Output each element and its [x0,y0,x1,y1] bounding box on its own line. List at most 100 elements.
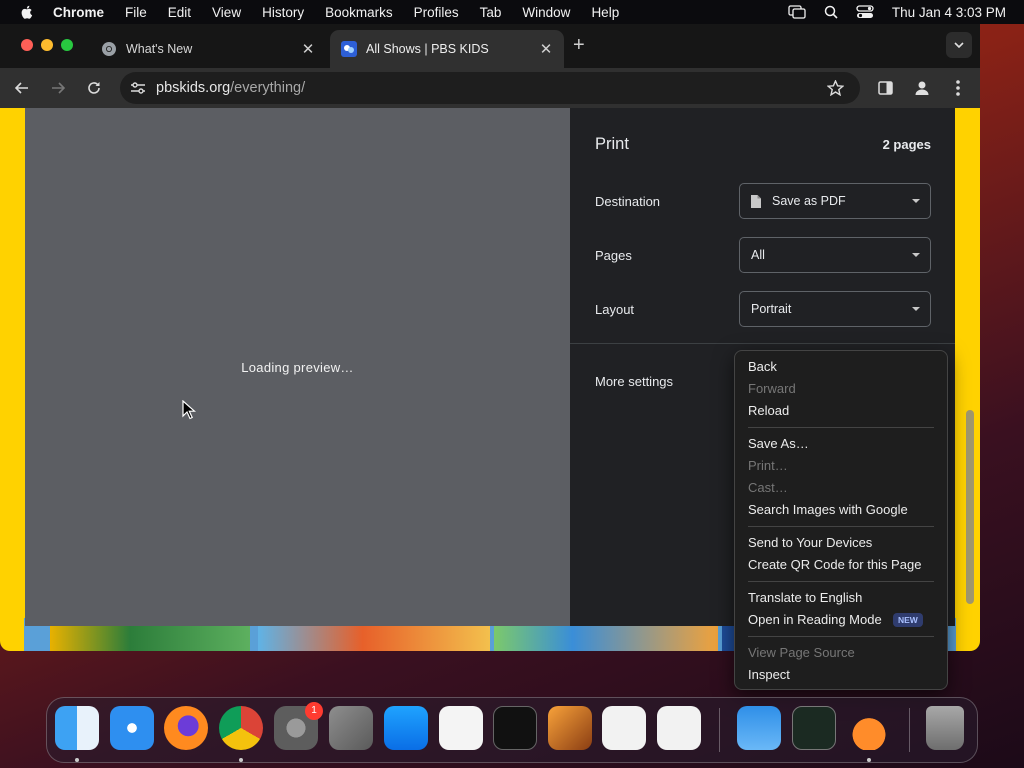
reload-icon [88,82,100,94]
terminal-icon[interactable] [493,706,537,750]
screen-mirroring-icon[interactable] [788,5,806,19]
dropdown-caret-icon [912,307,920,311]
menu-item-save-as[interactable]: Save As… [735,433,947,455]
menu-item-reload[interactable]: Reload [735,400,947,422]
destination-select[interactable]: Save as PDF [739,183,931,219]
menu-item-back[interactable]: Back [735,356,947,378]
menu-help[interactable]: Help [591,5,619,20]
flask-app-icon[interactable] [847,706,891,750]
pages-value: All [751,248,765,262]
running-indicator [239,758,243,762]
menu-item-print: Print… [748,458,788,473]
dropdown-caret-icon [912,199,920,203]
loading-preview-text: Loading preview… [241,359,354,375]
menubar-clock[interactable]: Thu Jan 4 3:03 PM [892,5,1006,20]
tab-pbs-kids[interactable]: All Shows | PBS KIDS ✕ [330,30,564,68]
menu-tab[interactable]: Tab [480,5,502,20]
notification-badge: 1 [305,702,323,720]
chevron-down-icon [954,42,964,48]
menu-edit[interactable]: Edit [168,5,191,20]
menu-item-create-qr-code[interactable]: Create QR Code for this Page [735,554,947,576]
reload-button[interactable] [84,78,104,98]
bookmark-star-icon[interactable] [827,80,844,96]
forward-button[interactable] [48,78,68,98]
menu-item-send-to-devices[interactable]: Send to Your Devices [735,532,947,554]
app-store-icon[interactable] [384,706,428,750]
menu-window[interactable]: Window [522,5,570,20]
close-tab-icon[interactable]: ✕ [300,40,316,58]
visual-studio-icon[interactable] [602,706,646,750]
control-center-icon[interactable] [856,5,874,19]
menu-separator [748,636,934,637]
menu-item-inspect[interactable]: Inspect [735,664,947,686]
url-path: /everything/ [230,80,306,96]
close-tab-icon[interactable]: ✕ [538,40,554,58]
safari-icon[interactable] [110,706,154,750]
document-icon [751,194,761,208]
menu-app-chrome[interactable]: Chrome [53,5,104,20]
tab-title: What's New [126,42,193,56]
menu-item-forward: Forward [748,381,796,396]
mouse-cursor-icon [182,400,196,420]
url-text[interactable]: pbskids.org/everything/ [156,80,305,96]
arrow-right-icon [52,82,65,94]
side-panel-icon[interactable] [878,81,893,95]
menu-profiles[interactable]: Profiles [414,5,459,20]
trash-icon[interactable] [926,706,964,750]
layout-select[interactable]: Portrait [739,291,931,327]
address-bar[interactable]: pbskids.org/everything/ [120,72,860,104]
tab-whats-new[interactable]: What's New ✕ [90,30,326,68]
pages-select[interactable]: All [739,237,931,273]
print-preview-area: Loading preview… [25,108,570,626]
menu-separator [748,581,934,582]
menu-view[interactable]: View [212,5,241,20]
menu-bookmarks[interactable]: Bookmarks [325,5,393,20]
apple-icon[interactable] [19,4,35,20]
minimize-window-button[interactable] [41,39,53,51]
tab-search-button[interactable] [946,32,972,58]
print-title: Print [595,135,629,153]
textedit-icon[interactable] [439,706,483,750]
menu-file[interactable]: File [125,5,147,20]
chrome-icon[interactable] [219,706,263,750]
dock-separator [719,708,720,752]
menu-separator [748,526,934,527]
browser-toolbar: pbskids.org/everything/ [0,68,980,108]
pbs-kids-icon [341,41,357,57]
weather-icon[interactable] [737,706,781,750]
destination-value: Save as PDF [772,194,846,208]
new-tab-button[interactable]: + [573,34,585,57]
spotlight-search-icon[interactable] [824,5,838,19]
more-settings-toggle[interactable]: More settings [595,374,673,389]
activity-monitor-icon[interactable] [792,706,836,750]
finder-icon[interactable] [55,706,99,750]
chrome-menu-icon[interactable] [955,79,961,97]
launchpad-icon[interactable] [329,706,373,750]
menu-separator [748,427,934,428]
layout-value: Portrait [751,302,792,316]
settings-divider [570,343,955,344]
vscode-icon[interactable] [657,706,701,750]
url-host: pbskids.org [156,80,231,96]
site-settings-icon[interactable] [130,81,146,95]
menu-item-translate[interactable]: Translate to English [735,587,947,609]
profile-avatar-icon[interactable] [914,80,930,96]
running-indicator [75,758,79,762]
dock-separator [909,708,910,752]
dropdown-caret-icon [912,253,920,257]
menu-history[interactable]: History [262,5,304,20]
back-button[interactable] [12,78,32,98]
tab-strip: What's New ✕ All Shows | PBS KIDS ✕ + [0,24,980,68]
close-window-button[interactable] [21,39,33,51]
menu-item-reading-mode[interactable]: Open in Reading Mode NEW [735,609,947,631]
menu-item-cast: Cast… [748,480,788,495]
menu-item-search-images[interactable]: Search Images with Google [735,499,947,521]
dock: 1 [46,697,978,763]
pages-label: Pages [595,248,632,263]
garageband-icon[interactable] [548,706,592,750]
page-scrollbar[interactable] [966,410,974,604]
firefox-icon[interactable] [164,706,208,750]
context-menu: Back Forward Reload Save As… Print… Cast… [734,350,948,690]
chrome-icon [102,42,116,56]
zoom-window-button[interactable] [61,39,73,51]
